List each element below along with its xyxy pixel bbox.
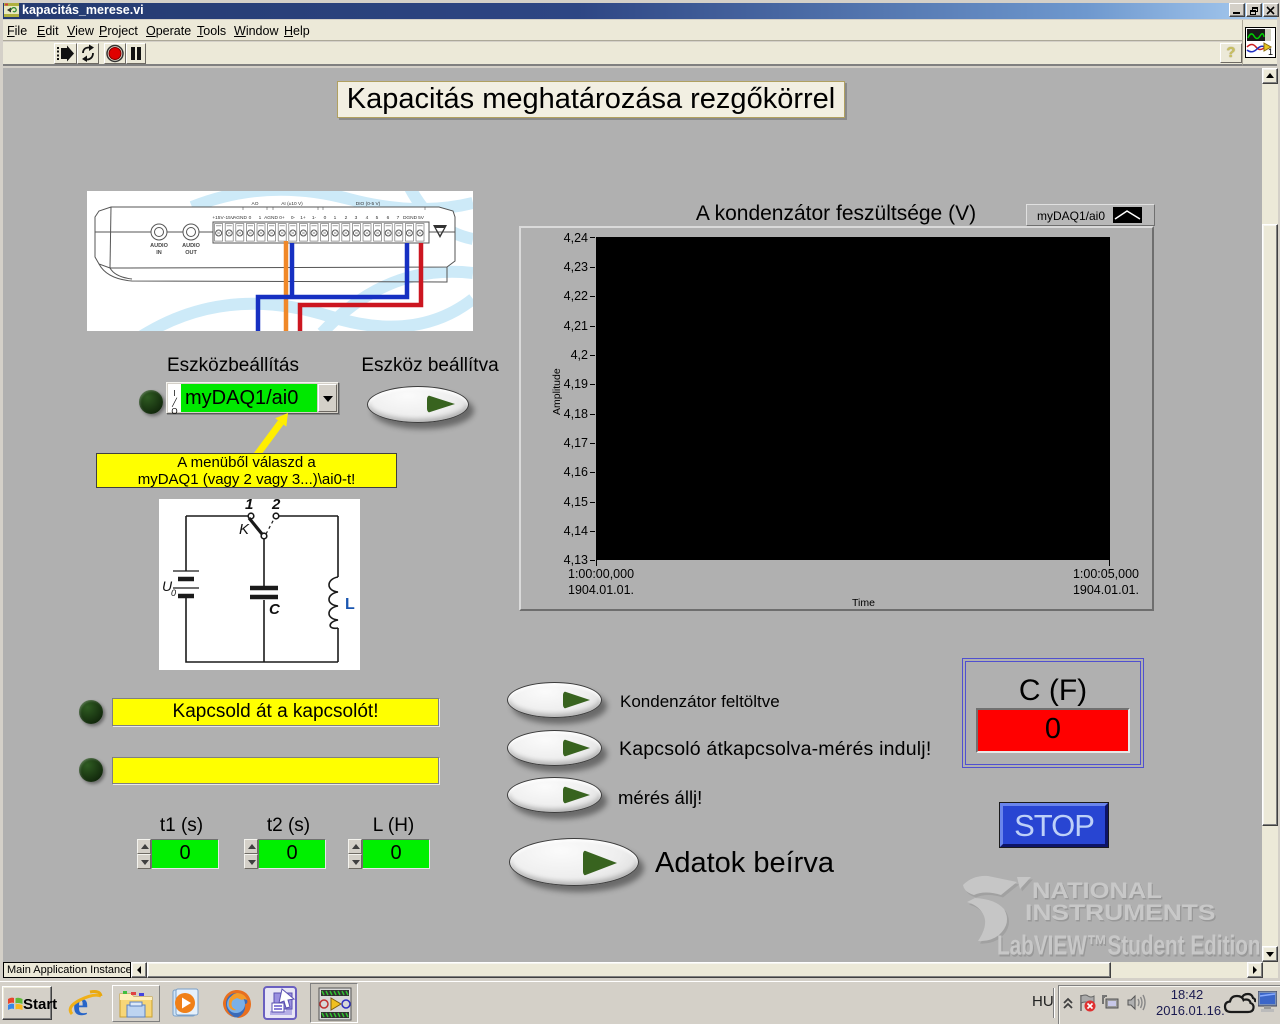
svg-text:NATIONAL: NATIONAL (1032, 879, 1162, 904)
svg-text:OUT: OUT (185, 250, 197, 256)
svg-text:L: L (345, 596, 355, 613)
svg-text:AI (±10 V): AI (±10 V) (281, 201, 303, 207)
svg-text:7: 7 (397, 215, 400, 221)
svg-text:IN: IN (156, 250, 162, 256)
svg-text:K: K (239, 521, 250, 538)
svg-text:2: 2 (271, 499, 281, 513)
svg-text:1+: 1+ (300, 215, 306, 221)
svg-text:0-: 0- (291, 215, 296, 221)
svg-text:1: 1 (245, 499, 253, 513)
svg-text:1-: 1- (312, 215, 317, 221)
svg-text:DIO (0-5 V): DIO (0-5 V) (356, 201, 381, 207)
svg-text:3: 3 (355, 215, 358, 221)
svg-text:1: 1 (334, 215, 337, 221)
svg-text:AGND: AGND (264, 215, 278, 221)
svg-text:AO: AO (252, 201, 259, 207)
svg-text:+15V: +15V (212, 215, 224, 221)
svg-text:5V: 5V (418, 215, 425, 221)
svg-text:0: 0 (171, 588, 176, 598)
svg-text:AUDIO: AUDIO (150, 243, 168, 249)
svg-text:0: 0 (249, 215, 252, 221)
svg-text:2: 2 (345, 215, 348, 221)
svg-text:AGND: AGND (233, 215, 247, 221)
svg-text:C: C (269, 601, 281, 618)
svg-text:AUDIO: AUDIO (182, 243, 200, 249)
svg-text:LabVIEW™Student Edition: LabVIEW™Student Edition (997, 931, 1260, 962)
svg-text:INSTRUMENTS: INSTRUMENTS (1025, 901, 1216, 925)
svg-text:0: 0 (324, 215, 327, 221)
svg-text:1: 1 (1268, 47, 1273, 57)
svg-text:4: 4 (366, 215, 369, 221)
svg-text:1: 1 (259, 215, 262, 221)
svg-text:DGND: DGND (403, 215, 418, 221)
svg-text:5: 5 (376, 215, 379, 221)
svg-text:6: 6 (387, 215, 390, 221)
svg-text:0+: 0+ (279, 215, 285, 221)
